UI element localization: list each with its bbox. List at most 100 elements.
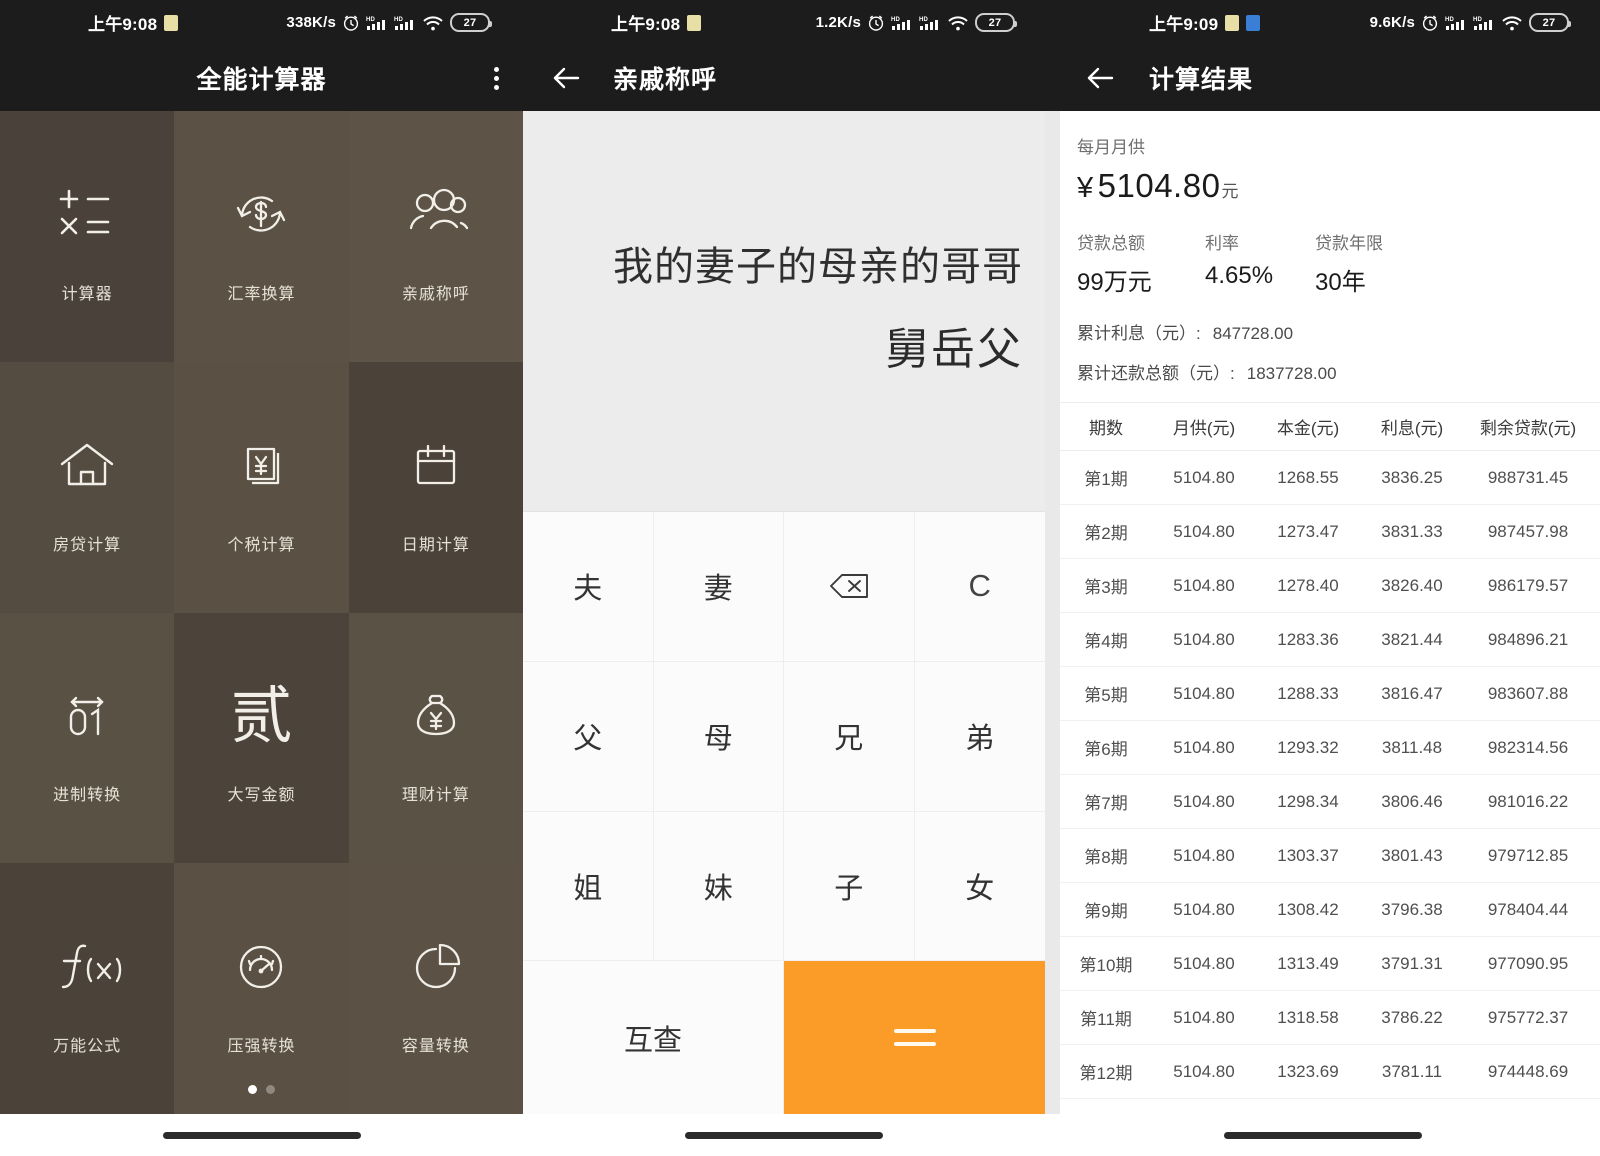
key-wife[interactable]: 妻 xyxy=(654,512,785,662)
page-title: 全能计算器 xyxy=(196,66,326,94)
total-repay-value: 1837728.00 xyxy=(1247,364,1337,383)
cell-remaining: 984896.21 xyxy=(1464,630,1592,650)
home-indicator[interactable] xyxy=(163,1132,361,1139)
key-husband[interactable]: 夫 xyxy=(523,512,654,662)
table-row[interactable]: 第5期 5104.80 1288.33 3816.47 983607.88 xyxy=(1060,667,1600,721)
equals-icon xyxy=(894,1029,936,1046)
tile-currency-exchange[interactable]: 汇率换算 xyxy=(174,111,348,362)
key-younger-sister[interactable]: 妹 xyxy=(654,812,785,962)
clear-key[interactable]: C xyxy=(915,512,1046,662)
app-bar: 全能计算器 xyxy=(0,45,523,111)
status-bar-right: 1.2K/s HD HD 27 xyxy=(816,13,1015,32)
cell-monthly: 5104.80 xyxy=(1152,846,1256,866)
svg-text:HD: HD xyxy=(891,17,901,23)
cell-principal: 1318.58 xyxy=(1256,1008,1360,1028)
cell-interest: 3836.25 xyxy=(1360,468,1464,488)
back-arrow-icon[interactable] xyxy=(1083,61,1117,95)
people-group-icon xyxy=(401,186,471,242)
home-indicator[interactable] xyxy=(1224,1132,1422,1139)
table-row[interactable]: 第8期 5104.80 1303.37 3801.43 979712.85 xyxy=(1060,829,1600,883)
col-header-monthly: 月供(元) xyxy=(1152,414,1256,439)
tile-calculator[interactable]: 计算器 xyxy=(0,111,174,362)
tile-mortgage[interactable]: 房贷计算 xyxy=(0,362,174,613)
table-row[interactable]: 第1期 5104.80 1268.55 3836.25 988731.45 xyxy=(1060,451,1600,505)
notification-chip-icon xyxy=(1225,15,1239,31)
cell-monthly: 5104.80 xyxy=(1152,576,1256,596)
key-father[interactable]: 父 xyxy=(523,662,654,812)
wifi-icon xyxy=(422,14,444,32)
cell-remaining: 981016.22 xyxy=(1464,792,1592,812)
table-row[interactable]: 第3期 5104.80 1278.40 3826.40 986179.57 xyxy=(1060,559,1600,613)
monthly-payment-unit: 元 xyxy=(1221,182,1239,201)
key-son[interactable]: 子 xyxy=(784,812,915,962)
back-arrow-icon[interactable] xyxy=(549,61,583,95)
tile-label: 亲戚称呼 xyxy=(349,280,523,304)
house-icon xyxy=(56,437,118,493)
loan-term-field: 贷款年限 30年 xyxy=(1315,229,1435,297)
table-row[interactable]: 第10期 5104.80 1313.49 3791.31 977090.95 xyxy=(1060,937,1600,991)
cell-interest: 3806.46 xyxy=(1360,792,1464,812)
tile-label: 大写金额 xyxy=(174,781,348,805)
key-elder-sister[interactable]: 姐 xyxy=(523,812,654,962)
result-body: 每月月供 ¥5104.80元 贷款总额 99万元 利率 4.65% xyxy=(1045,111,1600,1156)
tile-label: 理财计算 xyxy=(349,781,523,805)
cell-remaining: 986179.57 xyxy=(1464,576,1592,596)
page-indicator xyxy=(0,1085,523,1094)
cell-interest: 3791.31 xyxy=(1360,954,1464,974)
backspace-key[interactable] xyxy=(784,512,915,662)
battery-indicator: 27 xyxy=(975,13,1015,32)
key-younger-brother[interactable]: 弟 xyxy=(915,662,1046,812)
app-notification-icon xyxy=(1246,15,1260,31)
interest-rate-field: 利率 4.65% xyxy=(1205,229,1315,297)
table-row[interactable]: 第2期 5104.80 1273.47 3831.33 987457.98 xyxy=(1060,505,1600,559)
equals-button[interactable] xyxy=(784,961,1045,1114)
cell-remaining: 978404.44 xyxy=(1464,900,1592,920)
table-row[interactable]: 第12期 5104.80 1323.69 3781.11 974448.69 xyxy=(1060,1045,1600,1099)
cell-principal: 1323.69 xyxy=(1256,1062,1360,1082)
table-row[interactable]: 第7期 5104.80 1298.34 3806.46 981016.22 xyxy=(1060,775,1600,829)
tile-volume-convert[interactable]: 容量转换 xyxy=(349,863,523,1114)
cell-period: 第2期 xyxy=(1060,519,1152,544)
screen-home-tools: 上午9:08 338K/s HD HD 27 全能计算器 xyxy=(0,0,523,1156)
cell-interest: 3781.11 xyxy=(1360,1062,1464,1082)
svg-text:HD: HD xyxy=(394,17,404,23)
tile-income-tax[interactable]: 个税计算 xyxy=(174,362,348,613)
cell-monthly: 5104.80 xyxy=(1152,630,1256,650)
tile-capital-amount[interactable]: 贰 大写金额 xyxy=(174,613,348,864)
cell-interest: 3786.22 xyxy=(1360,1008,1464,1028)
table-row[interactable]: 第6期 5104.80 1293.32 3811.48 982314.56 xyxy=(1060,721,1600,775)
key-mother[interactable]: 母 xyxy=(654,662,785,812)
key-daughter[interactable]: 女 xyxy=(915,812,1046,962)
relation-query: 我的妻子的母亲的哥哥 xyxy=(613,237,1023,297)
table-row[interactable]: 第4期 5104.80 1283.36 3821.44 984896.21 xyxy=(1060,613,1600,667)
tile-finance-calc[interactable]: 理财计算 xyxy=(349,613,523,864)
tile-date-calc[interactable]: 日期计算 xyxy=(349,362,523,613)
key-elder-brother[interactable]: 兄 xyxy=(784,662,915,812)
currency-exchange-icon xyxy=(230,186,292,242)
tile-label: 日期计算 xyxy=(349,531,523,555)
home-indicator[interactable] xyxy=(685,1132,883,1139)
loan-summary: 每月月供 ¥5104.80元 贷款总额 99万元 利率 4.65% xyxy=(1060,111,1600,402)
status-time: 上午9:08 xyxy=(611,10,680,35)
page-dot-active[interactable] xyxy=(248,1085,257,1094)
tile-pressure-convert[interactable]: 压强转换 xyxy=(174,863,348,1114)
table-row[interactable]: 第9期 5104.80 1308.42 3796.38 978404.44 xyxy=(1060,883,1600,937)
overflow-menu-icon[interactable] xyxy=(494,67,499,90)
cell-principal: 1298.34 xyxy=(1256,792,1360,812)
relation-display: 我的妻子的母亲的哥哥 舅岳父 xyxy=(523,111,1045,511)
tile-universal-formula[interactable]: 万能公式 xyxy=(0,863,174,1114)
table-header-row: 期数 月供(元) 本金(元) 利息(元) 剩余贷款(元) xyxy=(1060,403,1600,451)
status-bar-right: 9.6K/s HD HD 27 xyxy=(1370,13,1569,32)
page-dot[interactable] xyxy=(266,1085,275,1094)
network-speed: 9.6K/s xyxy=(1370,14,1415,31)
signal-bars-sim1-icon: HD xyxy=(891,14,913,32)
monthly-payment-value: 5104.80 xyxy=(1098,167,1221,204)
signal-bars-sim2-icon: HD xyxy=(1473,14,1495,32)
table-row[interactable]: 第11期 5104.80 1318.58 3786.22 975772.37 xyxy=(1060,991,1600,1045)
cell-interest: 3826.40 xyxy=(1360,576,1464,596)
tile-base-convert[interactable]: 进制转换 xyxy=(0,613,174,864)
tile-relative-titles[interactable]: 亲戚称呼 xyxy=(349,111,523,362)
status-bar-left: 上午9:08 xyxy=(611,10,701,35)
app-bar: 计算结果 xyxy=(1045,45,1600,111)
cross-lookup-button[interactable]: 互查 xyxy=(523,961,784,1114)
